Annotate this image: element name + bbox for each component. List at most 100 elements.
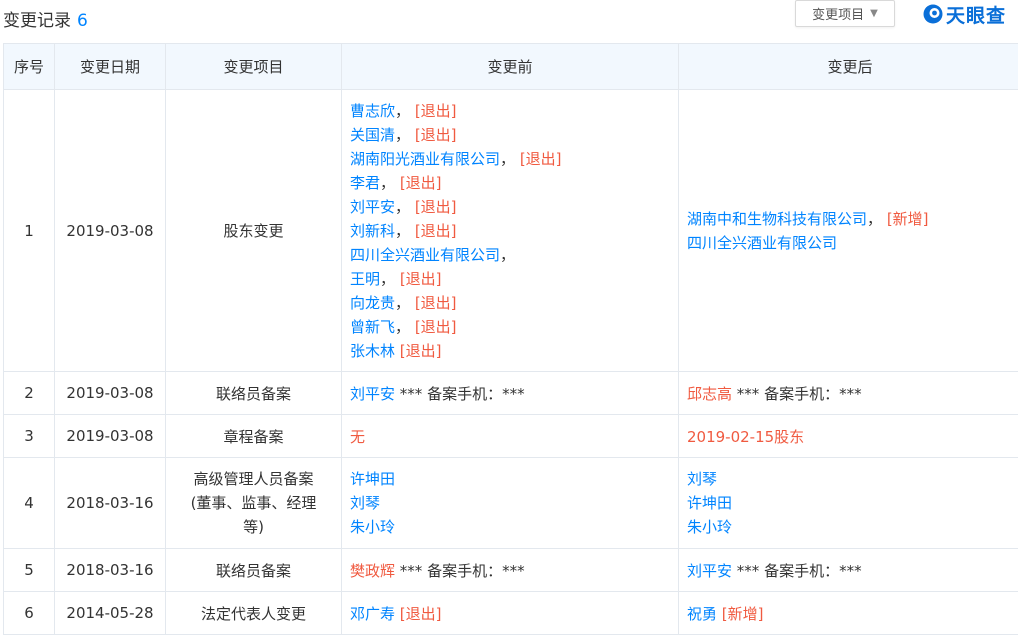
- table-header-row: 序号 变更日期 变更项目 变更前 变更后: [3, 43, 1018, 90]
- separator: ，: [395, 221, 411, 240]
- change-item-line: (董事、监事、经理: [190, 494, 317, 512]
- liaison-link[interactable]: 刘平安: [687, 562, 732, 580]
- phone-record: *** 备案手机：***: [736, 561, 862, 580]
- shareholder-link[interactable]: 湖南中和生物科技有限公司: [687, 210, 867, 228]
- row-date: 2018-03-16: [54, 548, 166, 592]
- shareholder-entry: 刘新科， [退出]: [350, 219, 677, 243]
- separator: ，: [500, 245, 516, 264]
- liaison-name: 樊政辉: [350, 561, 396, 580]
- section-title-label: 变更记录: [3, 11, 71, 31]
- separator: ，: [380, 173, 396, 192]
- row-date: 2019-03-08: [54, 89, 166, 372]
- table-row: 5 2018-03-16 联络员备案 樊政辉 *** 备案手机：*** 刘平安 …: [3, 548, 1018, 592]
- table-row: 3 2019-03-08 章程备案 无 2019-02-15股东: [3, 414, 1018, 458]
- shareholder-link[interactable]: 刘平安: [350, 198, 395, 216]
- row-before: 邓广寿 [退出]: [341, 591, 679, 635]
- table-row: 4 2018-03-16 高级管理人员备案 (董事、监事、经理 等) 许坤田 刘…: [3, 457, 1018, 549]
- row-index: 3: [3, 414, 55, 458]
- row-after: 邱志高 *** 备案手机：***: [678, 371, 1018, 415]
- section-title: 变更记录 6: [3, 6, 88, 31]
- row-date: 2019-03-08: [54, 414, 166, 458]
- shareholder-entry: 湖南阳光酒业有限公司， [退出]: [350, 147, 677, 171]
- column-header-after: 变更后: [678, 43, 1018, 90]
- quit-tag: [退出]: [414, 101, 457, 120]
- separator: ，: [395, 197, 411, 216]
- shareholder-entry: 向龙贵， [退出]: [350, 291, 677, 315]
- shareholder-link[interactable]: 向龙贵: [350, 294, 395, 312]
- shareholder-link[interactable]: 张木林: [350, 342, 395, 360]
- shareholder-link[interactable]: 曾新飞: [350, 318, 395, 336]
- row-index: 5: [3, 548, 55, 592]
- row-before: 刘平安 *** 备案手机：***: [341, 371, 679, 415]
- shareholder-link[interactable]: 四川全兴酒业有限公司: [350, 246, 500, 264]
- quit-tag: [退出]: [414, 293, 457, 312]
- liaison-name: 邱志高: [687, 384, 733, 403]
- manager-link[interactable]: 许坤田: [350, 467, 677, 491]
- shareholder-entry: 湖南中和生物科技有限公司， [新增]: [687, 207, 1018, 231]
- separator: ，: [395, 293, 411, 312]
- liaison-link[interactable]: 刘平安: [350, 385, 395, 403]
- quit-tag: [退出]: [399, 173, 442, 192]
- quit-tag: [退出]: [414, 125, 457, 144]
- row-change-item: 高级管理人员备案 (董事、监事、经理 等): [165, 457, 342, 549]
- phone-record: *** 备案手机：***: [399, 561, 525, 580]
- shareholder-entry: 李君， [退出]: [350, 171, 677, 195]
- caret-down-icon: ▼: [870, 8, 878, 19]
- row-change-item: 联络员备案: [165, 371, 342, 415]
- change-item-line: 等): [243, 518, 264, 536]
- separator: ，: [395, 125, 411, 144]
- manager-link[interactable]: 朱小玲: [350, 515, 677, 539]
- shareholder-link[interactable]: 王明: [350, 270, 380, 288]
- tianyancha-logo: 天眼查: [922, 2, 1007, 27]
- shareholder-entry: 王明， [退出]: [350, 267, 677, 291]
- row-before: 许坤田 刘琴 朱小玲: [341, 457, 679, 549]
- row-change-item: 法定代表人变更: [165, 591, 342, 635]
- logo-text: 天眼查: [946, 4, 1007, 27]
- column-header-index: 序号: [3, 43, 55, 90]
- row-change-item: 章程备案: [165, 414, 342, 458]
- shareholder-entry: 刘平安， [退出]: [350, 195, 677, 219]
- row-index: 4: [3, 457, 55, 549]
- shareholder-entry: 关国清， [退出]: [350, 123, 677, 147]
- quit-tag: [退出]: [414, 197, 457, 216]
- quit-tag: [退出]: [399, 604, 442, 623]
- new-tag: [新增]: [721, 604, 764, 623]
- record-count: 6: [77, 11, 88, 31]
- shareholder-link[interactable]: 刘新科: [350, 222, 395, 240]
- shareholder-entry: 曾新飞， [退出]: [350, 315, 677, 339]
- change-records-table: 序号 变更日期 变更项目 变更前 变更后 1 2019-03-08 股东变更 曹…: [3, 43, 1018, 635]
- quit-tag: [退出]: [414, 221, 457, 240]
- table-row: 6 2014-05-28 法定代表人变更 邓广寿 [退出] 祝勇 [新增]: [3, 591, 1018, 635]
- separator: ，: [500, 149, 516, 168]
- manager-link[interactable]: 刘琴: [350, 491, 677, 515]
- manager-link[interactable]: 许坤田: [687, 491, 1018, 515]
- separator: ，: [867, 209, 883, 228]
- change-item-filter-dropdown[interactable]: 变更项目 ▼: [795, 0, 895, 27]
- row-date: 2014-05-28: [54, 591, 166, 635]
- row-after: 刘琴 许坤田 朱小玲: [678, 457, 1018, 549]
- shareholder-link[interactable]: 曹志欣: [350, 102, 395, 120]
- row-date: 2019-03-08: [54, 371, 166, 415]
- shareholder-link[interactable]: 四川全兴酒业有限公司: [687, 234, 837, 252]
- logo-eye-icon: [923, 4, 943, 24]
- change-item-line: 高级管理人员备案: [193, 470, 314, 488]
- table-row: 2 2019-03-08 联络员备案 刘平安 *** 备案手机：*** 邱志高 …: [3, 371, 1018, 415]
- row-before: 无: [341, 414, 679, 458]
- phone-record: *** 备案手机：***: [736, 384, 862, 403]
- row-change-item: 联络员备案: [165, 548, 342, 592]
- separator: ，: [395, 101, 411, 120]
- row-before: 樊政辉 *** 备案手机：***: [341, 548, 679, 592]
- representative-link[interactable]: 邓广寿: [350, 605, 395, 623]
- manager-link[interactable]: 朱小玲: [687, 515, 1018, 539]
- row-date: 2018-03-16: [54, 457, 166, 549]
- manager-link[interactable]: 刘琴: [687, 467, 1018, 491]
- row-index: 2: [3, 371, 55, 415]
- separator: ，: [395, 317, 411, 336]
- shareholder-link[interactable]: 湖南阳光酒业有限公司: [350, 150, 500, 168]
- row-after: 湖南中和生物科技有限公司， [新增] 四川全兴酒业有限公司: [678, 89, 1018, 372]
- shareholder-link[interactable]: 李君: [350, 174, 380, 192]
- shareholder-link[interactable]: 关国清: [350, 126, 395, 144]
- quit-tag: [退出]: [399, 341, 442, 360]
- filter-label: 变更项目: [812, 8, 865, 23]
- representative-link[interactable]: 祝勇: [687, 605, 717, 623]
